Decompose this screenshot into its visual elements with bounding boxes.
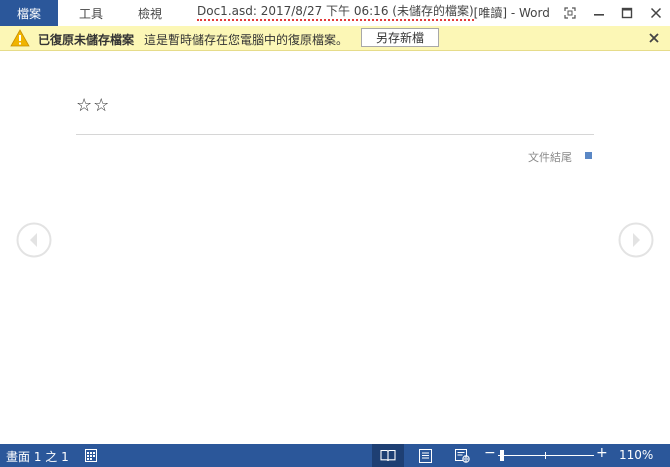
zoom-in-button[interactable]: + xyxy=(596,445,608,461)
infobar-title: 已復原未儲存檔案 xyxy=(38,33,135,47)
fullscreen-icon[interactable] xyxy=(557,0,583,26)
previous-page-button[interactable] xyxy=(16,222,52,258)
book-icon xyxy=(380,449,396,462)
readonly-suffix: [唯讀] - Word xyxy=(473,5,550,20)
tab-tools[interactable]: 工具 xyxy=(79,0,103,26)
minimize-icon[interactable] xyxy=(586,0,612,26)
document-title: Doc1.asd: 2017/8/27 下午 06:16 (未儲存的檔案) [唯… xyxy=(197,0,550,24)
zoom-out-button[interactable]: − xyxy=(484,445,496,461)
page-icon xyxy=(418,448,432,463)
document-content[interactable]: ☆☆ xyxy=(76,95,110,116)
infobar-message: 這是暫時儲存在您電腦中的復原檔案。 xyxy=(144,33,349,47)
zoom-slider-center-mark xyxy=(545,452,546,459)
tab-view[interactable]: 檢視 xyxy=(138,0,162,26)
word-count-icon[interactable] xyxy=(84,447,98,464)
infobar-close-icon[interactable] xyxy=(646,30,662,46)
zoom-slider-track[interactable] xyxy=(498,455,594,456)
recovery-infobar: 已復原未儲存檔案 這是暫時儲存在您電腦中的復原檔案。 另存新檔 xyxy=(0,26,670,51)
web-layout-button[interactable] xyxy=(453,447,471,464)
warning-icon xyxy=(10,29,30,47)
end-of-document-label: 文件結尾 xyxy=(528,151,572,164)
page-count[interactable]: 畫面 1 之 1 xyxy=(6,448,69,465)
save-as-button[interactable]: 另存新檔 xyxy=(361,28,439,47)
next-page-button[interactable] xyxy=(618,222,654,258)
document-filename: Doc1.asd: 2017/8/27 下午 06:16 (未儲存的檔案) xyxy=(197,4,474,21)
tab-file[interactable]: 檔案 xyxy=(0,0,58,26)
page-divider xyxy=(76,134,594,135)
status-bar: 畫面 1 之 1 − + 110% xyxy=(0,444,670,467)
web-page-icon xyxy=(454,448,470,463)
title-bar: 檔案 工具 檢視 Doc1.asd: 2017/8/27 下午 06:16 (未… xyxy=(0,0,670,26)
chevron-left-icon xyxy=(16,222,52,258)
zoom-level[interactable]: 110% xyxy=(619,448,653,462)
read-mode-button[interactable] xyxy=(372,444,404,467)
zoom-slider-thumb[interactable] xyxy=(500,450,504,461)
print-layout-button[interactable] xyxy=(416,447,434,464)
end-of-document-marker xyxy=(585,152,592,159)
maximize-icon[interactable] xyxy=(614,0,640,26)
chevron-right-icon xyxy=(618,222,654,258)
close-icon[interactable] xyxy=(643,0,669,26)
